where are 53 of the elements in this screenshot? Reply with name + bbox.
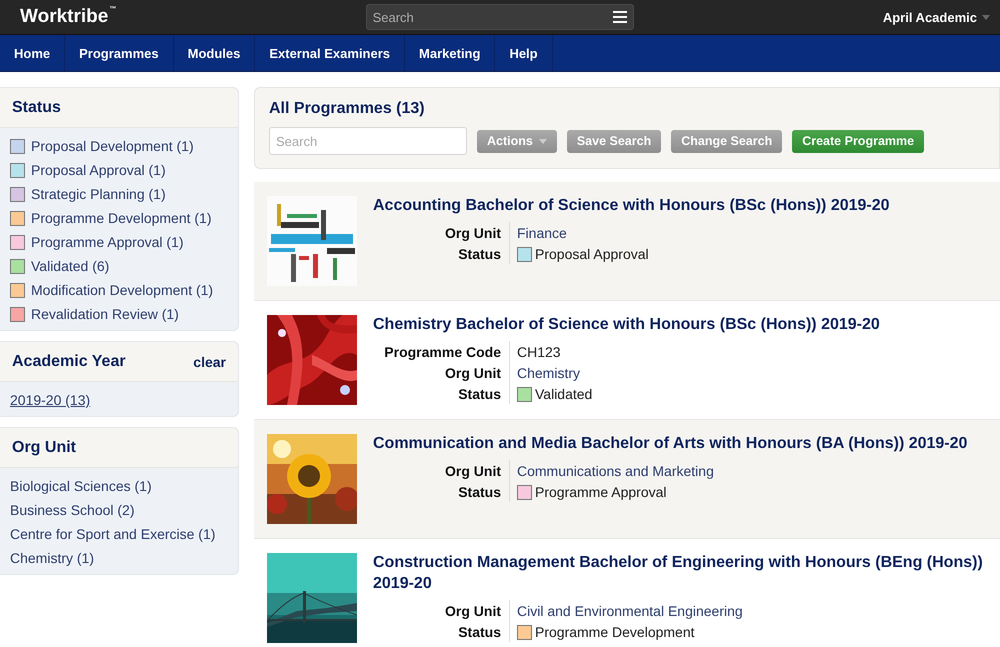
user-name[interactable]: April Academic bbox=[882, 10, 977, 24]
field-label: Programme Code bbox=[373, 341, 510, 362]
nav-item[interactable]: Programmes bbox=[65, 35, 174, 71]
filter-link[interactable]: Biological Sciences (1) bbox=[10, 478, 152, 494]
filter-link[interactable]: Programme Approval (1) bbox=[31, 234, 184, 250]
field-label: Status bbox=[373, 243, 510, 264]
search-field[interactable]: Search bbox=[366, 4, 634, 30]
filter-link[interactable]: Programme Development (1) bbox=[31, 210, 212, 226]
filter-link[interactable]: Business School (2) bbox=[10, 502, 135, 518]
org-unit-link[interactable]: Communications and Marketing bbox=[517, 463, 714, 479]
status-value: Programme Approval bbox=[535, 484, 667, 500]
panel-title: Academic Year bbox=[12, 353, 126, 371]
nav-item[interactable]: Help bbox=[495, 35, 553, 71]
field-label: Status bbox=[373, 383, 510, 404]
programme-title-link[interactable]: Construction Management Bachelor of Engineering with Honours (BEng (Hons)) 2019-20 bbox=[373, 552, 986, 594]
field-label: Org Unit bbox=[373, 600, 510, 621]
filter-link[interactable]: Centre for Sport and Exercise (1) bbox=[10, 526, 216, 542]
filter-link[interactable]: Modification Development (1) bbox=[31, 282, 214, 298]
programme-title-link[interactable]: Communication and Media Bachelor of Arts with Honours (BA (Hons)) 2019-20 bbox=[373, 433, 968, 454]
field-label: Status bbox=[373, 621, 510, 642]
panel-title: Status bbox=[12, 99, 61, 117]
nav-item[interactable]: Home bbox=[0, 35, 66, 71]
filter-link[interactable]: Proposal Development (1) bbox=[31, 138, 194, 154]
filter-link[interactable]: Revalidation Review (1) bbox=[31, 306, 179, 322]
nav-item[interactable]: Modules bbox=[174, 35, 256, 71]
org-unit-link[interactable]: Chemistry bbox=[517, 365, 580, 381]
logo[interactable]: Worktribe bbox=[20, 6, 108, 28]
clear-link[interactable]: clear bbox=[193, 354, 226, 370]
nav-item[interactable]: External Examiners bbox=[255, 35, 406, 71]
field-label: Org Unit bbox=[373, 362, 510, 383]
caret-icon bbox=[982, 14, 990, 20]
programme-title-link[interactable]: Chemistry Bachelor of Science with Honours (BSc (Hons)) 2019-20 bbox=[373, 314, 880, 335]
filter-link[interactable]: Proposal Approval (1) bbox=[31, 162, 166, 178]
panel-title: Org Unit bbox=[12, 439, 76, 457]
field-label: Org Unit bbox=[373, 460, 510, 481]
org-unit-link[interactable]: Finance bbox=[517, 225, 567, 241]
caret-icon bbox=[538, 138, 547, 144]
filter-link[interactable]: Validated (6) bbox=[31, 258, 110, 274]
field-value: CH123 bbox=[517, 344, 561, 360]
org-unit-link[interactable]: Civil and Environmental Engineering bbox=[517, 603, 743, 619]
create-button[interactable]: Create Programme bbox=[792, 130, 924, 152]
field-label: Status bbox=[373, 481, 510, 502]
status-value: Validated bbox=[535, 386, 592, 402]
filter-link[interactable]: Strategic Planning (1) bbox=[31, 186, 166, 202]
field-label: Org Unit bbox=[373, 222, 510, 243]
status-value: Proposal Approval bbox=[535, 246, 649, 262]
nav-item[interactable]: Marketing bbox=[405, 35, 496, 71]
menu-icon bbox=[612, 11, 627, 23]
status-value: Programme Development bbox=[535, 624, 695, 640]
programme-title-link[interactable]: Accounting Bachelor of Science with Honours (BSc (Hons)) 2019-20 bbox=[373, 195, 890, 216]
page-title: All Programmes (13) bbox=[269, 100, 426, 118]
filter-link[interactable]: Chemistry (1) bbox=[10, 550, 94, 566]
filter-link[interactable]: 2019-20 (13) bbox=[10, 392, 90, 408]
